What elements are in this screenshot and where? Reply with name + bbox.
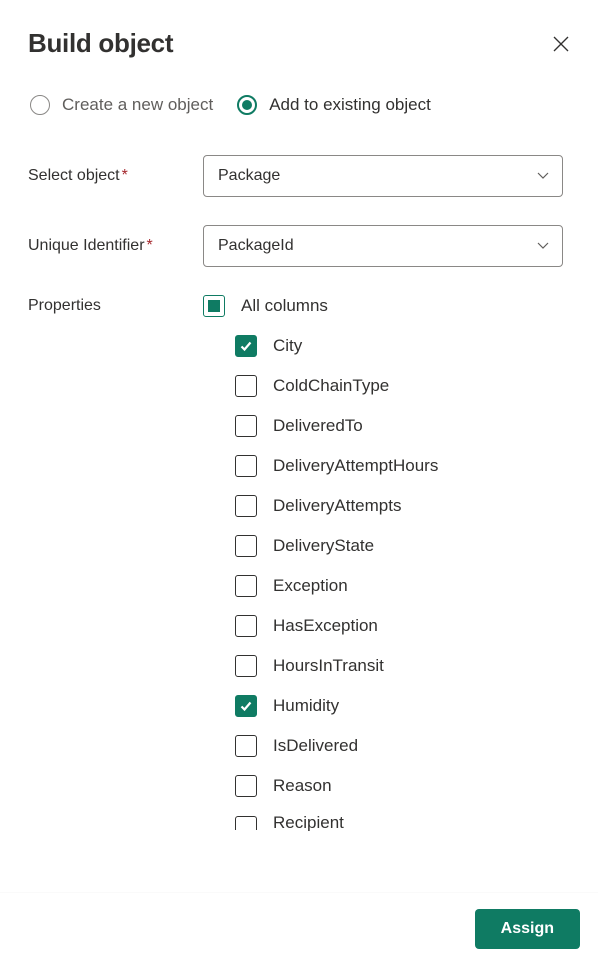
property-row[interactable]: IsDelivered — [203, 735, 574, 757]
property-checkbox[interactable] — [235, 735, 257, 757]
property-label: HasException — [273, 616, 378, 636]
panel-title: Build object — [28, 28, 173, 59]
property-row[interactable]: DeliveredTo — [203, 415, 574, 437]
checkmark-icon — [239, 699, 253, 713]
unique-identifier-value: PackageId — [218, 237, 294, 255]
property-label: Humidity — [273, 696, 339, 716]
chevron-down-icon — [536, 237, 550, 255]
property-row[interactable]: Humidity — [203, 695, 574, 717]
property-row[interactable]: Reason — [203, 775, 574, 797]
property-row[interactable]: Exception — [203, 575, 574, 597]
radio-create-new[interactable]: Create a new object — [30, 95, 213, 115]
property-row[interactable]: City — [203, 335, 574, 357]
property-row[interactable]: DeliveryAttempts — [203, 495, 574, 517]
close-button[interactable] — [548, 31, 574, 57]
property-label: DeliveryState — [273, 536, 374, 556]
unique-identifier-label: Unique Identifier* — [28, 237, 203, 255]
radio-add-existing[interactable]: Add to existing object — [237, 95, 431, 115]
property-label: Exception — [273, 576, 348, 596]
property-checkbox[interactable] — [235, 455, 257, 477]
select-object-row: Select object* Package — [28, 155, 574, 197]
all-columns-row[interactable]: All columns — [203, 295, 574, 317]
build-object-panel: Build object ▲ ▼ Create a new object Add… — [0, 0, 598, 964]
unique-identifier-label-text: Unique Identifier — [28, 237, 145, 254]
property-label: DeliveredTo — [273, 416, 363, 436]
property-row[interactable]: Recipient — [203, 815, 574, 831]
property-checkbox[interactable] — [235, 655, 257, 677]
property-row[interactable]: DeliveryAttemptHours — [203, 455, 574, 477]
close-icon — [552, 35, 570, 53]
content-area: ▲ ▼ Create a new object Add to existing … — [28, 95, 574, 883]
chevron-down-icon — [536, 167, 550, 185]
panel-header: Build object — [28, 28, 574, 59]
required-asterisk: * — [147, 237, 153, 254]
property-checkbox[interactable] — [235, 816, 257, 830]
scrollbar[interactable]: ▲ ▼ — [570, 95, 574, 883]
property-row[interactable]: DeliveryState — [203, 535, 574, 557]
indeterminate-icon — [208, 300, 220, 312]
properties-section: Properties All columns City ColdChainType… — [28, 295, 574, 831]
select-object-value: Package — [218, 167, 280, 185]
unique-identifier-dropdown[interactable]: PackageId — [203, 225, 563, 267]
radio-label-add: Add to existing object — [269, 95, 431, 115]
unique-identifier-row: Unique Identifier* PackageId — [28, 225, 574, 267]
property-label: Reason — [273, 776, 332, 796]
property-checkbox[interactable] — [235, 615, 257, 637]
all-columns-checkbox[interactable] — [203, 295, 225, 317]
all-columns-label: All columns — [241, 296, 328, 316]
properties-label: Properties — [28, 295, 203, 315]
property-label: IsDelivered — [273, 736, 358, 756]
checkmark-icon — [239, 339, 253, 353]
property-label: Recipient — [273, 815, 344, 831]
select-object-label: Select object* — [28, 167, 203, 185]
property-label: City — [273, 336, 302, 356]
property-row[interactable]: ColdChainType — [203, 375, 574, 397]
property-label: HoursInTransit — [273, 656, 384, 676]
assign-button[interactable]: Assign — [475, 909, 580, 949]
property-label: ColdChainType — [273, 376, 389, 396]
property-label: DeliveryAttempts — [273, 496, 401, 516]
property-label: DeliveryAttemptHours — [273, 456, 438, 476]
property-row[interactable]: HasException — [203, 615, 574, 637]
property-checkbox[interactable] — [235, 775, 257, 797]
radio-circle-selected — [237, 95, 257, 115]
select-object-label-text: Select object — [28, 167, 120, 184]
radio-dot-icon — [242, 100, 252, 110]
panel-footer: Assign — [0, 892, 598, 964]
property-checkbox[interactable] — [235, 335, 257, 357]
property-checkbox[interactable] — [235, 375, 257, 397]
properties-list: All columns City ColdChainType DeliveredTo… — [203, 295, 574, 831]
required-asterisk: * — [122, 167, 128, 184]
property-checkbox[interactable] — [235, 415, 257, 437]
select-object-dropdown[interactable]: Package — [203, 155, 563, 197]
property-checkbox[interactable] — [235, 535, 257, 557]
radio-circle-unselected — [30, 95, 50, 115]
radio-label-create: Create a new object — [62, 95, 213, 115]
property-checkbox[interactable] — [235, 575, 257, 597]
property-checkbox[interactable] — [235, 695, 257, 717]
mode-radio-group: Create a new object Add to existing obje… — [28, 95, 574, 115]
property-row[interactable]: HoursInTransit — [203, 655, 574, 677]
property-checkbox[interactable] — [235, 495, 257, 517]
